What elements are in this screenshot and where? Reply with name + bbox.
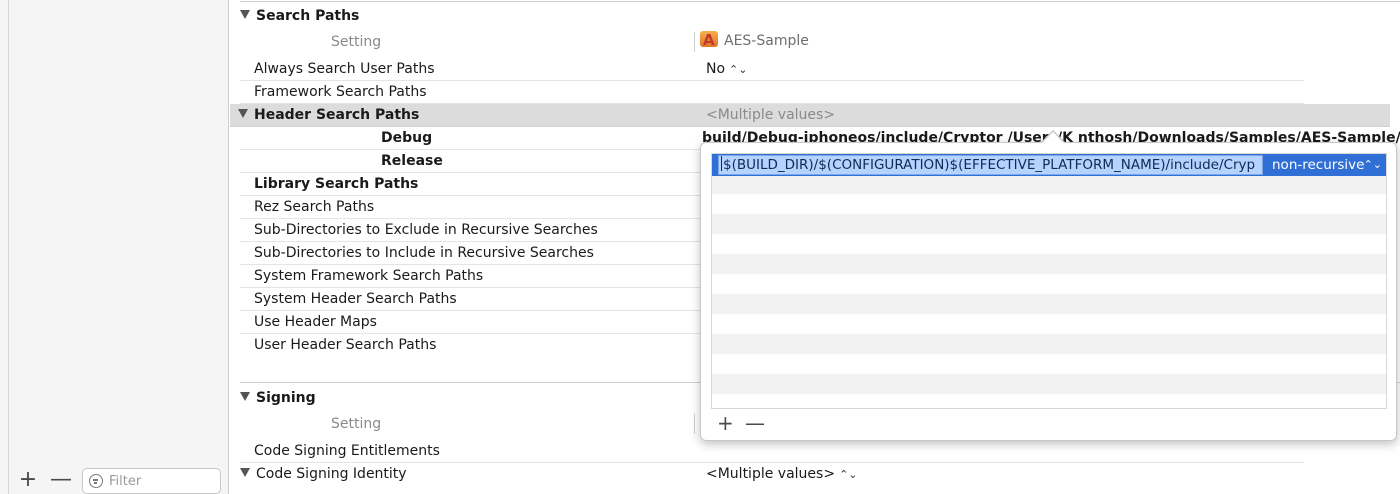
column-separator (694, 414, 695, 434)
setting-row-always-search-user-paths[interactable]: Always Search User Paths No ⌃⌄ (240, 58, 1304, 81)
setting-value[interactable]: <Multiple values> (706, 104, 835, 127)
configuration-label: Release (381, 153, 443, 169)
app-target-icon (700, 29, 718, 51)
disclosure-triangle-icon[interactable] (238, 109, 248, 118)
stepper-chevrons-icon[interactable]: ⌃⌄ (729, 58, 747, 81)
column-separator (694, 32, 695, 52)
setting-label: System Framework Search Paths (254, 268, 484, 284)
setting-label: User Header Search Paths (254, 337, 437, 353)
target-name: AES-Sample (724, 33, 809, 49)
stepper-chevrons-icon[interactable]: ⌃⌄ (839, 463, 857, 486)
section-search-paths[interactable]: Search Paths (240, 5, 359, 27)
setting-label: Code Signing Entitlements (254, 443, 440, 459)
setting-label: Always Search User Paths (254, 61, 435, 77)
section-signing[interactable]: Signing (240, 387, 316, 409)
search-paths-list[interactable]: $(BUILD_DIR)/$(CONFIGURATION)$(EFFECTIVE… (711, 153, 1387, 409)
setting-row-framework-search-paths[interactable]: Framework Search Paths (240, 81, 1304, 104)
setting-row-code-signing-entitlements[interactable]: Code Signing Entitlements (240, 440, 1304, 463)
setting-label: Framework Search Paths (254, 84, 427, 100)
filter-icon (89, 474, 103, 488)
setting-label-group: Code Signing Identity (240, 463, 407, 486)
top-divider (240, 1, 1400, 2)
stepper-chevrons-icon: ⌃⌄ (1363, 158, 1382, 171)
disclosure-triangle-icon[interactable] (240, 392, 250, 401)
configuration-label: Debug (381, 130, 433, 146)
setting-label: Sub-Directories to Exclude in Recursive … (254, 222, 598, 238)
setting-row-header-search-paths[interactable]: Header Search Paths <Multiple values> (230, 104, 1390, 127)
recursion-select[interactable]: non-recursive ⌃⌄ (1268, 155, 1384, 175)
setting-column-header: Setting (331, 416, 382, 432)
search-paths-popover: $(BUILD_DIR)/$(CONFIGURATION)$(EFFECTIVE… (700, 142, 1397, 441)
setting-row-code-signing-identity[interactable]: Code Signing Identity <Multiple values> ⌃… (240, 463, 1304, 486)
remove-path-button[interactable]: — (745, 411, 765, 435)
sidebar-divider (8, 0, 9, 494)
navigator-sidebar: + — (0, 0, 229, 494)
setting-column-header: Setting (331, 34, 382, 50)
setting-label-group: Header Search Paths (238, 104, 419, 127)
search-path-input[interactable]: $(BUILD_DIR)/$(CONFIGURATION)$(EFFECTIVE… (718, 155, 1263, 175)
setting-label: Sub-Directories to Include in Recursive … (254, 245, 594, 261)
search-path-row-selected[interactable]: $(BUILD_DIR)/$(CONFIGURATION)$(EFFECTIVE… (712, 154, 1386, 176)
add-target-button[interactable]: + (18, 469, 38, 491)
setting-value[interactable]: No ⌃⌄ (706, 58, 747, 81)
add-path-button[interactable]: + (717, 411, 734, 435)
setting-label: Rez Search Paths (254, 199, 375, 215)
filter-field[interactable] (82, 468, 221, 494)
remove-target-button[interactable]: — (50, 469, 72, 491)
disclosure-triangle-icon[interactable] (240, 10, 250, 19)
disclosure-triangle-icon[interactable] (240, 468, 250, 477)
setting-label: System Header Search Paths (254, 291, 457, 307)
filter-input[interactable] (109, 472, 215, 490)
text-caret (721, 156, 722, 171)
setting-value[interactable]: <Multiple values> ⌃⌄ (706, 463, 858, 486)
section-title: Search Paths (256, 8, 360, 24)
recursion-value: non-recursive (1272, 157, 1365, 173)
section-title: Signing (256, 390, 316, 406)
setting-label: Use Header Maps (254, 314, 377, 330)
setting-label: Library Search Paths (254, 176, 419, 192)
search-path-text: $(BUILD_DIR)/$(CONFIGURATION)$(EFFECTIVE… (723, 157, 1256, 173)
popover-arrow-fill (1041, 132, 1065, 144)
target-column-header: AES-Sample (700, 29, 809, 52)
